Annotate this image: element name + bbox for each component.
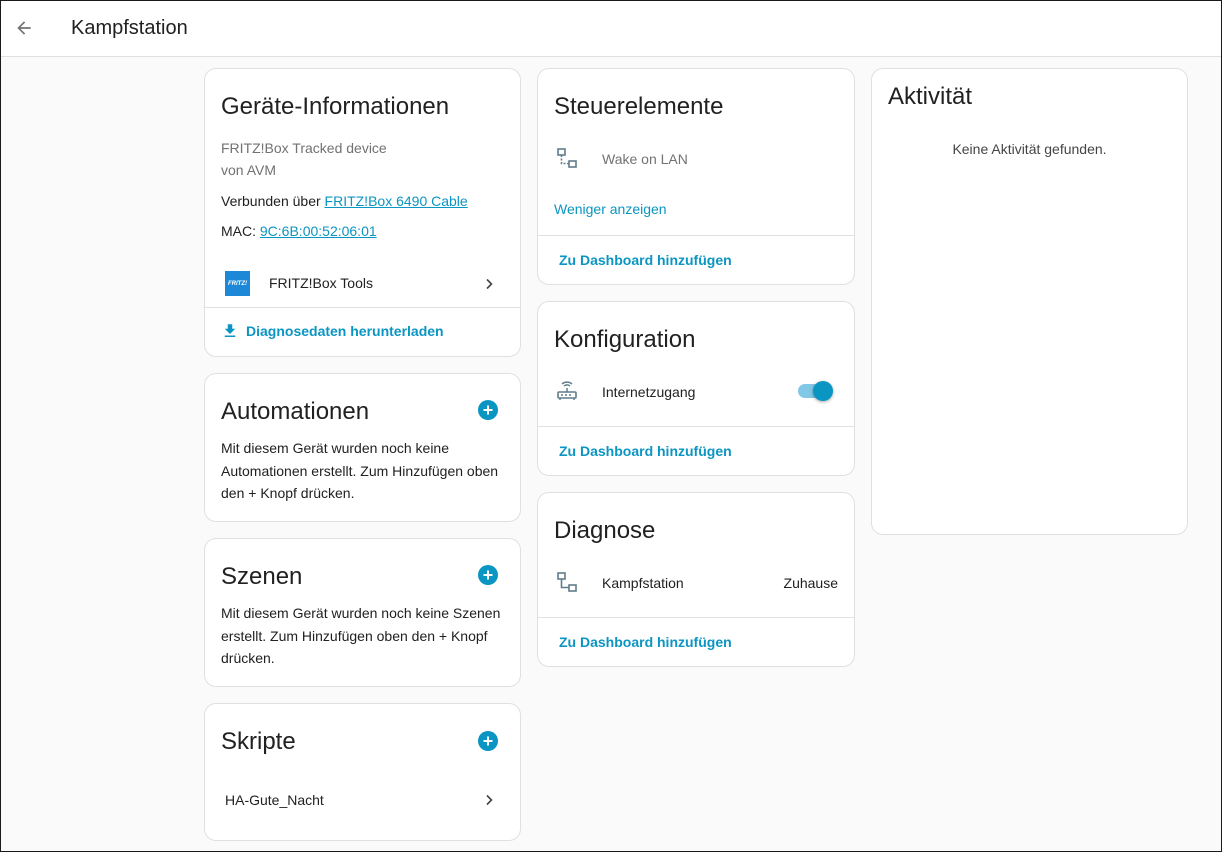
controls-card: Steuerelemente Wake on LAN Weniger anzei… xyxy=(537,68,855,285)
lan-connect-icon xyxy=(557,148,577,168)
diagnostics-card: Diagnose Kampfstation Zuhause Zu Dashboa… xyxy=(537,492,855,667)
connected-via-label: Verbunden über xyxy=(221,193,321,209)
scenes-card: Szenen Mit diesem Gerät wurden noch kein… xyxy=(204,538,521,687)
add-to-dashboard-button[interactable]: Zu Dashboard hinzufügen xyxy=(559,634,732,650)
scenes-empty-text: Mit diesem Gerät wurden noch keine Szene… xyxy=(221,605,501,666)
configuration-title: Konfiguration xyxy=(554,326,696,353)
diagnostics-title: Diagnose xyxy=(554,517,656,544)
entity-label: Wake on LAN xyxy=(602,151,688,167)
arrow-left-icon xyxy=(17,21,31,35)
router-wireless-icon xyxy=(557,381,577,400)
controls-title: Steuerelemente xyxy=(554,93,724,120)
device-manufacturer: von AVM xyxy=(221,162,276,178)
fritzbox-logo-icon: FRITZ! xyxy=(225,271,250,296)
automations-empty-text: Mit diesem Gerät wurden noch keine Autom… xyxy=(221,440,499,501)
plus-icon xyxy=(483,570,493,580)
script-item[interactable]: HA-Gute_Nacht xyxy=(205,784,520,816)
device-info-card: Geräte-Informationen FRITZ!Box Tracked d… xyxy=(204,68,521,357)
entity-state: Zuhause xyxy=(783,575,838,591)
add-script-button[interactable] xyxy=(478,731,498,751)
entity-row-wake-on-lan[interactable]: Wake on LAN xyxy=(538,143,854,173)
divider xyxy=(538,235,854,236)
activity-empty-text: Keine Aktivität gefunden. xyxy=(952,141,1107,157)
page-title: Kampfstation xyxy=(71,17,188,39)
configuration-card: Konfiguration Internetzugang Zu Dashboar… xyxy=(537,301,855,476)
show-less-button[interactable]: Weniger anzeigen xyxy=(554,201,667,217)
automations-card: Automationen Mit diesem Gerät wurden noc… xyxy=(204,373,521,522)
top-bar: Kampfstation xyxy=(1,1,1221,57)
entity-label: Internetzugang xyxy=(602,384,696,400)
entity-row-internet-access: Internetzugang xyxy=(538,376,854,406)
download-diagnostics-label: Diagnosedaten herunterladen xyxy=(246,323,444,339)
download-diagnostics-button[interactable]: Diagnosedaten herunterladen xyxy=(221,321,461,345)
connected-via: Verbunden über FRITZ!Box 6490 Cable xyxy=(221,193,468,209)
mac-address: MAC: 9C:6B:00:52:06:01 xyxy=(221,223,377,239)
back-button[interactable] xyxy=(10,14,38,42)
scripts-card: Skripte HA-Gute_Nacht xyxy=(204,703,521,841)
integration-label: FRITZ!Box Tools xyxy=(269,275,373,291)
internet-access-toggle[interactable] xyxy=(796,380,836,402)
entity-label: Kampfstation xyxy=(602,575,684,591)
activity-card: Aktivität Keine Aktivität gefunden. xyxy=(871,68,1188,535)
entity-row-device-tracker[interactable]: Kampfstation Zuhause xyxy=(538,567,854,597)
divider xyxy=(538,426,854,427)
divider xyxy=(205,307,520,308)
divider xyxy=(538,617,854,618)
integration-row[interactable]: FRITZ! FRITZ!Box Tools xyxy=(205,265,520,305)
add-to-dashboard-button[interactable]: Zu Dashboard hinzufügen xyxy=(559,443,732,459)
add-automation-button[interactable] xyxy=(478,400,498,420)
toggle-knob xyxy=(813,381,833,401)
add-scene-button[interactable] xyxy=(478,565,498,585)
scenes-title: Szenen xyxy=(221,563,303,590)
device-model: FRITZ!Box Tracked device xyxy=(221,140,387,156)
download-icon xyxy=(224,324,236,337)
mac-label: MAC: xyxy=(221,223,256,239)
script-item-label: HA-Gute_Nacht xyxy=(225,792,324,808)
lan-connect-icon xyxy=(557,572,577,592)
mac-link[interactable]: 9C:6B:00:52:06:01 xyxy=(260,223,377,239)
automations-title: Automationen xyxy=(221,398,370,425)
activity-title: Aktivität xyxy=(888,83,973,110)
add-to-dashboard-button[interactable]: Zu Dashboard hinzufügen xyxy=(559,252,732,268)
chevron-right-icon xyxy=(486,278,493,290)
plus-icon xyxy=(483,405,493,415)
scripts-title: Skripte xyxy=(221,728,296,755)
plus-icon xyxy=(483,736,493,746)
device-info-title: Geräte-Informationen xyxy=(221,93,450,120)
connected-device-link[interactable]: FRITZ!Box 6490 Cable xyxy=(325,193,468,209)
chevron-right-icon xyxy=(486,794,493,806)
